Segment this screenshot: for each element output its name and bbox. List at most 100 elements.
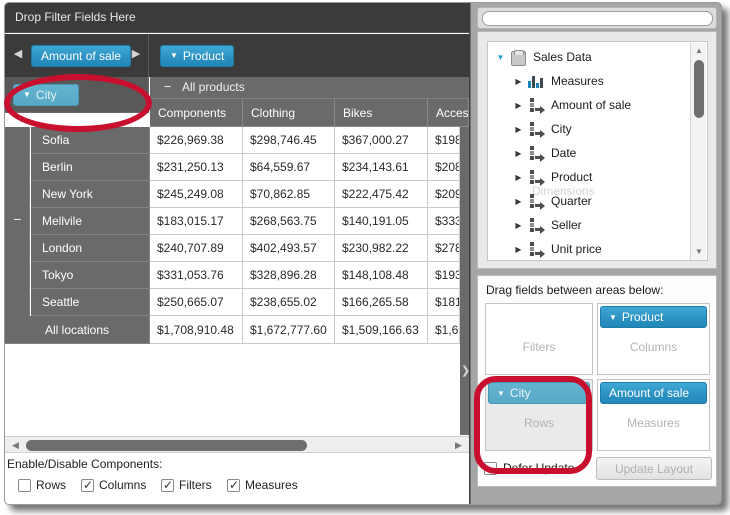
column-header-cell[interactable]: Bikes — [335, 99, 428, 127]
checkbox-row-rows[interactable]: Rows — [18, 478, 66, 492]
chevron-right-icon[interactable]: ▶ — [512, 125, 525, 134]
scrollbar-thumb[interactable] — [694, 60, 704, 118]
data-cell[interactable]: $278, — [428, 235, 460, 262]
measures-area[interactable]: ◀ Amount of sale ▶ — [5, 34, 149, 77]
zone-field-amount-of-sale[interactable]: Amount of sale — [600, 382, 707, 404]
tree-node-city[interactable]: ▶ City — [512, 117, 572, 141]
chevron-right-icon[interactable]: ▶ — [512, 221, 525, 230]
measure-prev-arrow[interactable]: ◀ — [11, 45, 25, 63]
horizontal-scrollbar[interactable]: ◀ ▶ — [5, 436, 469, 453]
data-cell[interactable]: $238,655.02 — [243, 289, 335, 316]
update-layout-button[interactable]: Update Layout — [596, 457, 712, 480]
tree-node-measures[interactable]: ▶ Measures — [512, 69, 604, 93]
chevron-down-icon[interactable]: ▼ — [494, 53, 507, 62]
field-button-amount-of-sale[interactable]: Amount of sale — [31, 45, 131, 67]
row-header[interactable]: New York — [31, 181, 150, 208]
tree-node-product[interactable]: ▶ Product — [512, 165, 592, 189]
drop-zone-columns[interactable]: ▼ Product Columns — [597, 303, 710, 375]
column-header-cell[interactable]: Acces — [428, 99, 469, 127]
row-header[interactable]: Tokyo — [31, 262, 150, 289]
data-cell[interactable]: $226,969.38 — [150, 127, 243, 154]
chevron-right-icon[interactable]: ▶ — [512, 101, 525, 110]
drop-zone-measures[interactable]: Amount of sale Measures — [597, 379, 710, 451]
data-cell[interactable]: $222,475.42 — [335, 181, 428, 208]
data-cell[interactable]: $64,559.67 — [243, 154, 335, 181]
tree-node-date[interactable]: ▶ Date — [512, 141, 576, 165]
field-button-product[interactable]: ▼ Product — [160, 45, 234, 67]
panel-splitter[interactable] — [460, 127, 469, 435]
row-header[interactable]: London — [31, 235, 150, 262]
rows-drop-zone[interactable]: ▼ City — [5, 77, 149, 113]
data-cell[interactable]: $198, — [428, 127, 460, 154]
data-cell[interactable]: $298,746.45 — [243, 127, 335, 154]
tree-node-unit-price[interactable]: ▶ Unit price — [512, 237, 602, 261]
scroll-left-arrow[interactable]: ◀ — [9, 439, 22, 452]
checkbox-row-columns[interactable]: Columns — [81, 478, 146, 492]
data-cell[interactable]: $367,000.27 — [335, 127, 428, 154]
data-cell[interactable]: $328,896.28 — [243, 262, 335, 289]
data-cell[interactable]: $208, — [428, 154, 460, 181]
defer-update-row[interactable]: Defer Update — [484, 461, 574, 475]
filter-drop-zone[interactable]: Drop Filter Fields Here — [5, 3, 469, 33]
checkbox-measures[interactable] — [227, 479, 240, 492]
data-cell[interactable]: $140,191.05 — [335, 208, 428, 235]
chevron-right-icon[interactable]: ▶ — [512, 77, 525, 86]
data-cell[interactable]: $331,053.76 — [150, 262, 243, 289]
data-cell[interactable]: $181, — [428, 289, 460, 316]
data-cell[interactable]: $231,250.13 — [150, 154, 243, 181]
checkbox-columns[interactable] — [81, 479, 94, 492]
data-cell[interactable]: $245,249.08 — [150, 181, 243, 208]
drop-zone-rows[interactable]: ▼ City Rows — [485, 379, 593, 451]
data-cell[interactable]: $230,982.22 — [335, 235, 428, 262]
grand-total-cell[interactable]: $1,672,777.60 — [243, 316, 335, 344]
data-cell[interactable]: $268,563.75 — [243, 208, 335, 235]
column-header-cell[interactable]: Clothing — [243, 99, 335, 127]
chevron-right-icon[interactable]: ▶ — [512, 245, 525, 254]
data-cell[interactable]: $250,665.07 — [150, 289, 243, 316]
data-cell[interactable]: $70,862.85 — [243, 181, 335, 208]
data-cell[interactable]: $166,265.58 — [335, 289, 428, 316]
chevron-right-icon[interactable]: ▶ — [512, 197, 525, 206]
field-tree-vertical-scrollbar[interactable]: ▲ ▼ — [690, 43, 706, 261]
grand-total-cell[interactable]: $1,509,166.63 — [335, 316, 428, 344]
data-cell[interactable]: $193, — [428, 262, 460, 289]
checkbox-defer-update[interactable] — [484, 462, 497, 475]
row-header[interactable]: Sofia — [31, 127, 150, 154]
tree-node-quarter[interactable]: ▶ Quarter — [512, 189, 592, 213]
column-group-collapse-icon[interactable]: − — [162, 81, 173, 92]
column-header-cell[interactable]: Components — [150, 99, 243, 127]
tree-node-amount-of-sale[interactable]: ▶ Amount of sale — [512, 93, 631, 117]
field-button-city[interactable]: ▼ City — [13, 84, 79, 106]
tree-node-sales-data[interactable]: ▼ Sales Data — [494, 45, 592, 69]
data-cell[interactable]: $240,707.89 — [150, 235, 243, 262]
data-cell[interactable]: $209, — [428, 181, 460, 208]
chevron-right-icon[interactable]: ▶ — [512, 149, 525, 158]
row-header[interactable]: Seattle — [31, 289, 150, 316]
data-cell[interactable]: $148,108.48 — [335, 262, 428, 289]
checkbox-filters[interactable] — [161, 479, 174, 492]
row-group-collapse-icon[interactable]: − — [12, 215, 23, 226]
chevron-right-icon[interactable]: ❯ — [461, 363, 469, 379]
zone-field-city[interactable]: ▼ City — [488, 382, 590, 404]
row-header[interactable]: Mellvile — [31, 208, 150, 235]
grand-total-cell[interactable]: $1,708,910.48 — [150, 316, 243, 344]
scroll-down-arrow[interactable]: ▼ — [691, 245, 707, 259]
zone-field-product[interactable]: ▼ Product — [600, 306, 707, 328]
measure-next-arrow[interactable]: ▶ — [129, 45, 143, 63]
row-header[interactable]: Berlin — [31, 154, 150, 181]
checkbox-row-filters[interactable]: Filters — [161, 478, 212, 492]
grand-total-cell[interactable]: $1,60 — [428, 316, 460, 344]
data-cell[interactable]: $402,493.57 — [243, 235, 335, 262]
data-cell[interactable]: $333, — [428, 208, 460, 235]
checkbox-rows[interactable] — [18, 479, 31, 492]
drop-zone-filters[interactable]: Filters — [485, 303, 593, 375]
field-tree[interactable]: ▼ Sales Data ▶ Measures ▶ — [487, 41, 708, 261]
checkbox-row-measures[interactable]: Measures — [227, 478, 298, 492]
column-group-header[interactable]: − All products — [150, 77, 469, 99]
data-cell[interactable]: $234,143.61 — [335, 154, 428, 181]
data-cell[interactable]: $183,015.17 — [150, 208, 243, 235]
columns-area[interactable]: ▼ Product — [150, 34, 469, 77]
scroll-right-arrow[interactable]: ▶ — [452, 439, 465, 452]
chevron-right-icon[interactable]: ▶ — [512, 173, 525, 182]
scroll-up-arrow[interactable]: ▲ — [691, 44, 707, 58]
